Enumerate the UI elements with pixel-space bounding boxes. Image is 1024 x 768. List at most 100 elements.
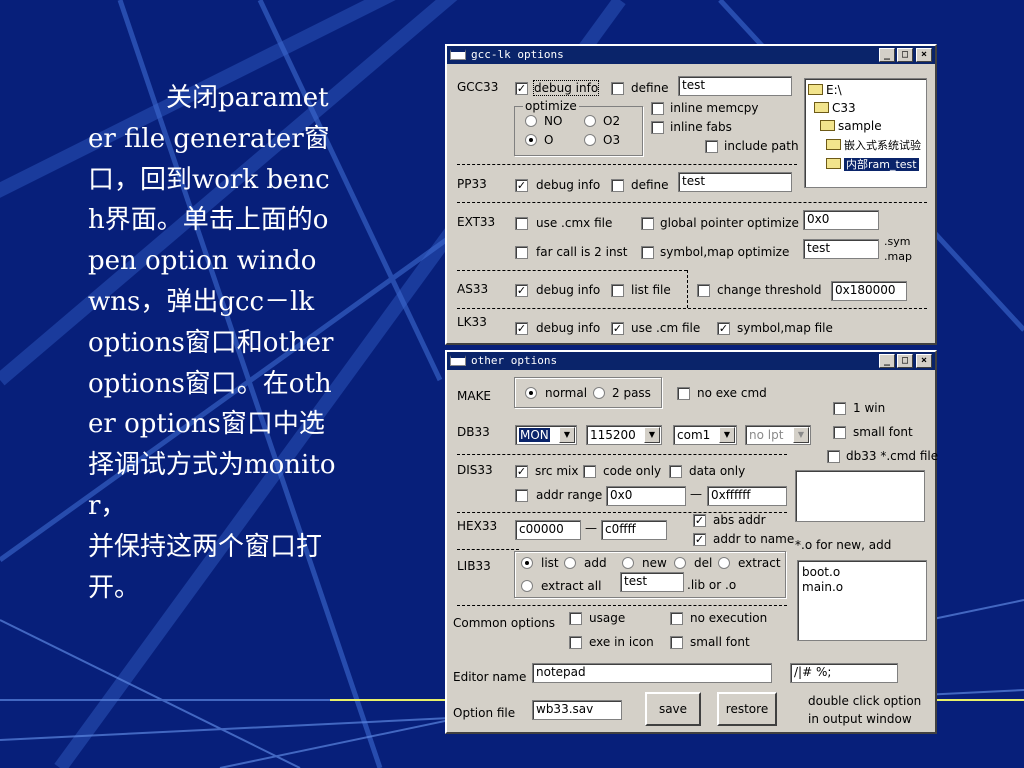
gcc33-debug-info-label[interactable]: debug info: [532, 80, 600, 96]
pp33-debug-info-checkbox[interactable]: ✓: [515, 179, 528, 192]
optimize-o-radio[interactable]: [525, 134, 537, 146]
baud-rate-select[interactable]: 115200 ▼: [586, 425, 662, 445]
directory-tree[interactable]: E:\ C33 sample 嵌入式系统试验 内部ram_test: [804, 78, 927, 188]
list-file-label[interactable]: list file: [631, 283, 671, 297]
use-cm-file-label[interactable]: use .cm file: [631, 321, 700, 335]
make-normal-radio[interactable]: [525, 387, 537, 399]
lib-add-radio[interactable]: [564, 557, 576, 569]
maximize-button[interactable]: □: [897, 354, 913, 368]
hex33-to-input[interactable]: c0ffff: [601, 520, 667, 540]
tree-node[interactable]: C33: [814, 101, 856, 115]
object-files-list[interactable]: boot.o main.o: [797, 560, 927, 641]
symbol-map-optimize-checkbox[interactable]: [641, 246, 654, 259]
gcc33-define-checkbox[interactable]: [611, 82, 624, 95]
db33-cmd-file-label[interactable]: db33 *.cmd file: [846, 449, 938, 463]
dropdown-arrow-icon[interactable]: ▼: [559, 427, 575, 443]
lk33-debug-info-checkbox[interactable]: ✓: [515, 322, 528, 335]
db33-mode-select[interactable]: MON ▼: [515, 425, 577, 445]
symbol-map-input[interactable]: test: [803, 239, 879, 259]
usage-checkbox[interactable]: [569, 612, 582, 625]
optimize-o3-radio[interactable]: [584, 134, 596, 146]
inline-fabs-checkbox[interactable]: [651, 121, 664, 134]
optimize-o2-label[interactable]: O2: [603, 114, 620, 128]
list-item[interactable]: boot.o: [802, 565, 922, 580]
change-threshold-input[interactable]: 0x180000: [831, 281, 907, 301]
addr-range-checkbox[interactable]: [515, 489, 528, 502]
one-win-checkbox[interactable]: [833, 402, 846, 415]
code-only-label[interactable]: code only: [603, 464, 661, 478]
list-item[interactable]: main.o: [802, 580, 922, 595]
tree-node[interactable]: sample: [820, 119, 882, 133]
no-execution-label[interactable]: no execution: [690, 611, 767, 625]
no-exe-cmd-checkbox[interactable]: [677, 387, 690, 400]
optimize-o2-radio[interactable]: [584, 115, 596, 127]
com-port-select[interactable]: com1 ▼: [673, 425, 737, 445]
lib-extract-all-label[interactable]: extract all: [541, 579, 601, 593]
pp33-define-checkbox[interactable]: [611, 179, 624, 192]
symbol-map-file-checkbox[interactable]: ✓: [717, 322, 730, 335]
src-mix-checkbox[interactable]: ✓: [515, 465, 528, 478]
lib-list-label[interactable]: list: [541, 556, 559, 570]
option-file-input[interactable]: wb33.sav: [532, 700, 622, 720]
data-only-checkbox[interactable]: [669, 465, 682, 478]
as33-debug-info-checkbox[interactable]: ✓: [515, 284, 528, 297]
symbol-map-optimize-label[interactable]: symbol,map optimize: [660, 245, 789, 259]
addr-to-name-checkbox[interactable]: ✓: [693, 533, 706, 546]
global-pointer-checkbox[interactable]: [641, 217, 654, 230]
editor-name-input[interactable]: notepad: [532, 663, 772, 683]
lib-extract-radio[interactable]: [718, 557, 730, 569]
lib-extract-all-radio[interactable]: [521, 580, 533, 592]
global-pointer-label[interactable]: global pointer optimize: [660, 216, 799, 230]
small-font-checkbox[interactable]: [670, 636, 683, 649]
hex33-from-input[interactable]: c00000: [515, 520, 581, 540]
data-only-label[interactable]: data only: [689, 464, 745, 478]
window-title-bar[interactable]: other options _ □ ×: [447, 352, 935, 370]
inline-memcpy-label[interactable]: inline memcpy: [670, 101, 759, 115]
dropdown-arrow-icon[interactable]: ▼: [644, 427, 660, 443]
code-only-checkbox[interactable]: [583, 465, 596, 478]
small-font-label[interactable]: small font: [690, 635, 750, 649]
usage-label[interactable]: usage: [589, 611, 625, 625]
no-execution-checkbox[interactable]: [670, 612, 683, 625]
far-call-checkbox[interactable]: [515, 246, 528, 259]
small-font-top-checkbox[interactable]: [833, 426, 846, 439]
lib-add-label[interactable]: add: [584, 556, 607, 570]
gcc33-define-label[interactable]: define: [631, 81, 669, 95]
close-button[interactable]: ×: [916, 354, 932, 368]
lk33-debug-info-label[interactable]: debug info: [536, 321, 600, 335]
db33-cmd-file-checkbox[interactable]: [827, 450, 840, 463]
comment-chars-input[interactable]: /|# %;: [790, 663, 898, 683]
global-pointer-input[interactable]: 0x0: [803, 210, 879, 230]
cmd-file-panel[interactable]: [795, 470, 925, 522]
one-win-label[interactable]: 1 win: [853, 401, 885, 415]
change-threshold-label[interactable]: change threshold: [717, 283, 822, 297]
src-mix-label[interactable]: src mix: [535, 464, 578, 478]
lib-name-input[interactable]: test: [620, 572, 684, 592]
make-2pass-radio[interactable]: [593, 387, 605, 399]
tree-node[interactable]: E:\: [808, 83, 842, 97]
tree-node[interactable]: 嵌入式系统试验: [826, 137, 921, 153]
make-2pass-label[interactable]: 2 pass: [612, 386, 651, 400]
addr-range-from-input[interactable]: 0x0: [606, 486, 686, 506]
lib-new-label[interactable]: new: [642, 556, 667, 570]
no-exe-cmd-label[interactable]: no exe cmd: [697, 386, 767, 400]
minimize-button[interactable]: _: [879, 354, 895, 368]
optimize-no-label[interactable]: NO: [544, 114, 562, 128]
pp33-define-input[interactable]: test: [678, 172, 792, 192]
dropdown-arrow-icon[interactable]: ▼: [719, 427, 735, 443]
minimize-button[interactable]: _: [879, 48, 895, 62]
make-normal-label[interactable]: normal: [545, 386, 587, 400]
window-title-bar[interactable]: gcc-lk options _ □ ×: [447, 46, 935, 64]
inline-memcpy-checkbox[interactable]: [651, 102, 664, 115]
restore-button[interactable]: restore: [717, 692, 777, 726]
optimize-o-label[interactable]: O: [544, 133, 553, 147]
use-cm-file-checkbox[interactable]: ✓: [611, 322, 624, 335]
optimize-no-radio[interactable]: [525, 115, 537, 127]
include-path-checkbox[interactable]: [705, 140, 718, 153]
addr-range-label[interactable]: addr range: [536, 488, 602, 502]
small-font-top-label[interactable]: small font: [853, 425, 913, 439]
optimize-o3-label[interactable]: O3: [603, 133, 620, 147]
change-threshold-checkbox[interactable]: [697, 284, 710, 297]
addr-range-to-input[interactable]: 0xffffff: [707, 486, 787, 506]
gcc33-define-input[interactable]: test: [678, 76, 792, 96]
